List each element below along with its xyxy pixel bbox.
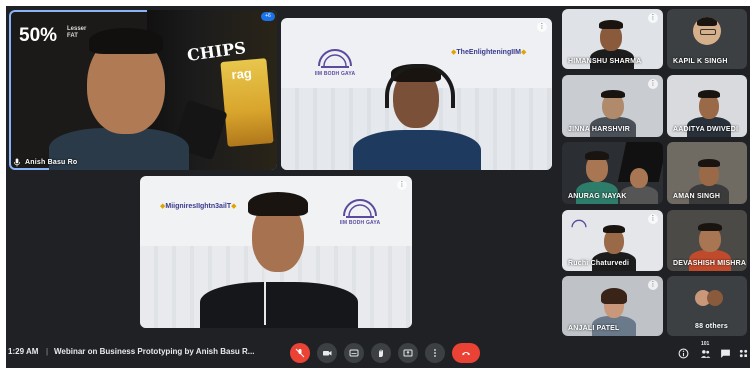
- institute-logo-icon: [571, 219, 587, 228]
- activities-icon: [739, 349, 747, 357]
- tile-more-options-icon[interactable]: ⋮: [648, 79, 658, 89]
- tile-more-options-icon[interactable]: ⋮: [648, 214, 658, 224]
- avatar: [707, 290, 723, 306]
- tile-counter-badge: +6: [261, 12, 275, 21]
- participant-tile-side-5[interactable]: ANURAG NAYAK: [562, 142, 663, 204]
- participant-tile-side-8[interactable]: DEVASHISH MISHRA: [667, 210, 747, 271]
- avatar: [693, 17, 721, 45]
- bulb-icon: ◆: [231, 203, 237, 210]
- participant-tile-2[interactable]: IIM BODH GAYA ◆TheEnlighteningIIM◆ ⋮: [281, 18, 552, 170]
- people-button[interactable]: 101: [698, 341, 712, 360]
- institute-logo-icon: [343, 199, 377, 218]
- participant-name: ANURAG NAYAK: [568, 193, 627, 200]
- participant-hair: [585, 151, 609, 160]
- participant-name: Anish Basu Ro: [25, 159, 78, 166]
- info-icon: [678, 348, 688, 358]
- participant-hair: [698, 223, 722, 231]
- brand-hashtag: ◆TheEnlighteningIIM◆: [451, 48, 526, 56]
- participant-name: AMAN SINGH: [673, 193, 721, 200]
- participant-name: ANJALI PATEL: [568, 325, 620, 332]
- captions-button[interactable]: [344, 343, 364, 363]
- participant-tile-anish[interactable]: 50% Lesser FAT CHIPS rag +6 Anish Basu R…: [9, 10, 277, 170]
- earphone-cable: [264, 270, 266, 325]
- end-call-button[interactable]: [452, 343, 480, 363]
- control-bar: 1:29 AM | Webinar on Business Prototypin…: [6, 338, 750, 368]
- speaker-hair: [89, 28, 163, 54]
- participant-tile-side-9[interactable]: ⋮ ANJALI PATEL: [562, 276, 663, 336]
- avatar-hair: [697, 17, 717, 26]
- participant-tile-side-3[interactable]: ⋮ JINNA HARSHVIR: [562, 75, 663, 137]
- tile-more-options-icon[interactable]: ⋮: [648, 13, 658, 23]
- participant-face-2: [630, 168, 648, 188]
- present-button[interactable]: [398, 343, 418, 363]
- info-button[interactable]: [676, 346, 690, 360]
- people-icon: [700, 349, 710, 358]
- participant-hair: [601, 288, 627, 304]
- participant-body: [200, 282, 358, 328]
- mic-off-icon: [295, 348, 305, 358]
- participant-name: DEVASHISH MISHRA: [673, 260, 747, 267]
- participant-hair: [698, 159, 720, 167]
- participant-tile-others[interactable]: 88 others: [667, 276, 747, 336]
- participant-tile-side-7[interactable]: ⋮ Ruchi Chaturvedi: [562, 210, 663, 271]
- bulb-icon: ◆: [520, 49, 527, 56]
- raise-hand-button[interactable]: [371, 343, 391, 363]
- participant-hair: [603, 225, 625, 233]
- participant-name: AADITYA DWIVEDI: [673, 126, 739, 133]
- headphones: [385, 64, 455, 108]
- ad-subtext: Lesser FAT: [67, 26, 87, 39]
- chat-button[interactable]: [718, 346, 732, 360]
- participant-hair: [248, 192, 308, 216]
- participant-tile-side-6[interactable]: AMAN SINGH: [667, 142, 747, 204]
- pack-label: rag: [230, 65, 253, 83]
- participant-hair: [601, 90, 625, 98]
- participant-hair: [599, 20, 623, 29]
- chips-pack: rag: [220, 58, 274, 147]
- meeting-time: 1:29 AM: [8, 347, 39, 356]
- participant-name: KAPIL K SINGH: [673, 58, 728, 65]
- participant-name: HIMANSHU SHARMA: [568, 58, 642, 65]
- participant-body: [353, 130, 481, 170]
- meeting-title: Webinar on Business Prototyping by Anish…: [54, 347, 255, 356]
- others-count: 88 others: [695, 323, 728, 330]
- mic-off-icon: [13, 158, 21, 167]
- tile-more-options-icon[interactable]: ⋮: [537, 22, 547, 32]
- raise-hand-icon: [379, 349, 383, 357]
- participant-tile-side-1[interactable]: ⋮ HIMANSHU SHARMA: [562, 9, 663, 69]
- more-options-button[interactable]: [425, 343, 445, 363]
- institute-logo-text: IIM BODH GAYA: [339, 220, 381, 226]
- tile-more-options-icon[interactable]: ⋮: [397, 180, 407, 190]
- participant-name: JINNA HARSHVIR: [568, 126, 631, 133]
- people-count-badge: 101: [701, 341, 710, 347]
- participant-tile-3[interactable]: ◆MiigniresIIghtn3ailT◆ IIM BODH GAYA ⋮: [140, 176, 412, 328]
- participant-hair: [698, 90, 720, 98]
- mic-button[interactable]: 3: [290, 343, 310, 363]
- camera-icon: [323, 351, 332, 356]
- more-options-icon: [434, 349, 436, 357]
- brand-text: TheEnlighteningIIM: [456, 49, 521, 56]
- chat-icon: [720, 349, 730, 358]
- participant-tile-side-4[interactable]: AADITYA DWIVEDI: [667, 75, 747, 137]
- tile-more-options-icon[interactable]: ⋮: [648, 280, 658, 290]
- participant-tile-side-2[interactable]: KAPIL K SINGH: [667, 9, 747, 69]
- participant-name: Ruchi Chaturvedi: [568, 260, 630, 267]
- brand-hashtag: ◆MiigniresIIghtn3ailT◆: [160, 202, 237, 210]
- separator: |: [46, 347, 49, 356]
- meet-window: 50% Lesser FAT CHIPS rag +6 Anish Basu R…: [6, 6, 750, 368]
- ad-headline: 50%: [19, 25, 58, 46]
- institute-logo-icon: [318, 49, 352, 68]
- present-icon: [403, 349, 413, 357]
- end-call-icon: [462, 352, 470, 356]
- institute-logo-text: IIM BODH GAYA: [314, 71, 356, 77]
- brand-text: MiigniresIIghtn3ailT: [165, 203, 232, 210]
- captions-icon: [349, 349, 359, 357]
- camera-button[interactable]: [317, 343, 337, 363]
- avatar-glasses: [700, 29, 716, 35]
- activities-button[interactable]: [737, 346, 749, 360]
